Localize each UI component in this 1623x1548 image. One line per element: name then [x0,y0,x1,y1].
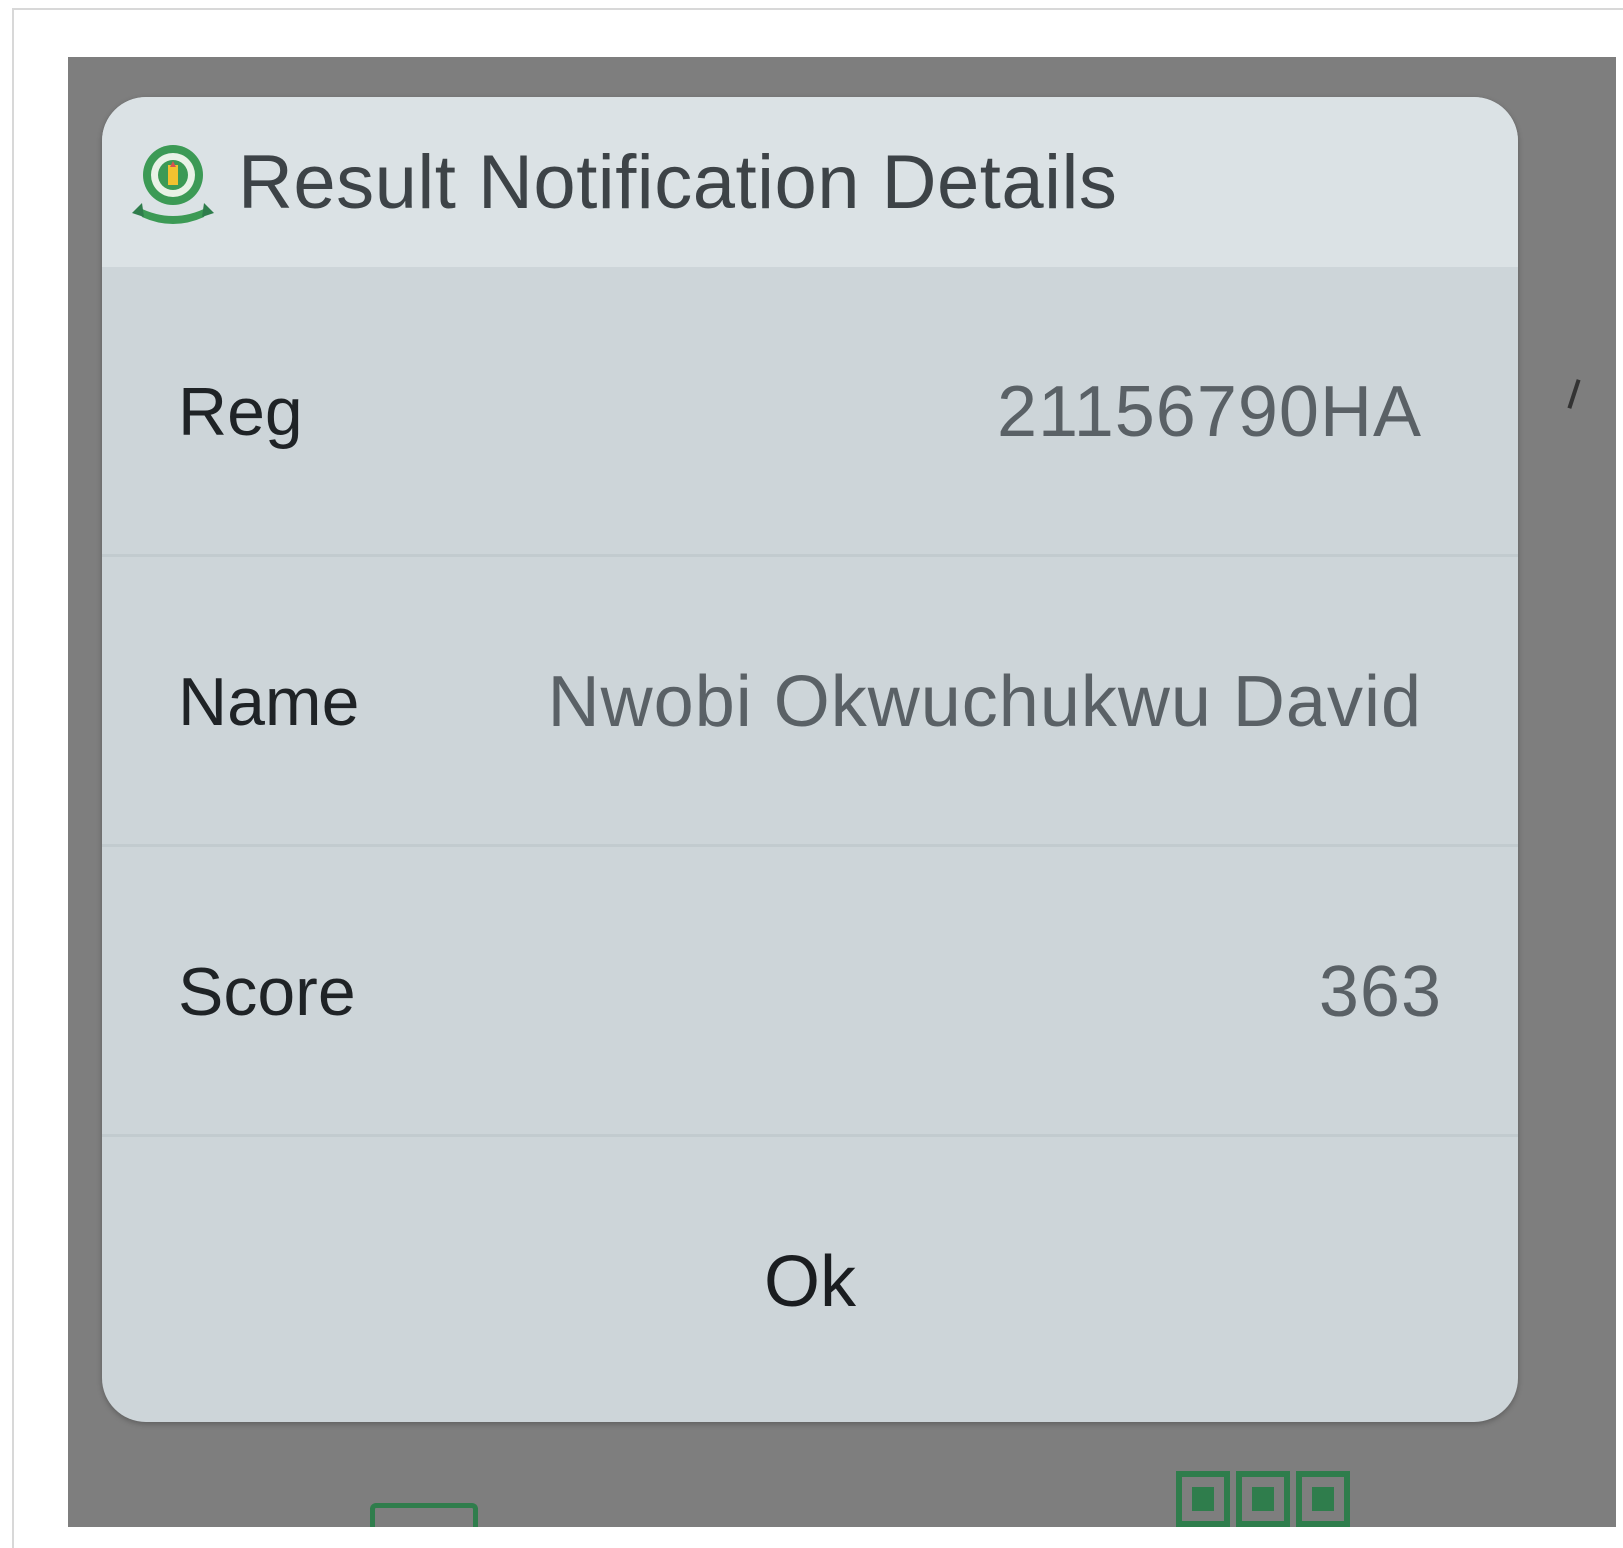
name-value: Nwobi Okwuchukwu David [547,662,1422,742]
dialog-title: Result Notification Details [238,139,1118,225]
reg-value: 21156790HA [996,372,1422,452]
screenshot-frame: Result Notification Details Reg 21156790… [12,8,1623,1548]
dialog-actions: Ok [102,1137,1518,1422]
name-label: Name [178,664,360,740]
reg-label: Reg [178,374,303,450]
background-tab-icon [370,1503,478,1527]
name-row: Name Nwobi Okwuchukwu David [102,557,1518,847]
result-notification-dialog: Result Notification Details Reg 21156790… [102,97,1518,1422]
background-qr-icon [1176,1471,1350,1527]
background-text-fragment [1567,379,1581,409]
score-value: 363 [1318,952,1442,1032]
ok-button[interactable]: Ok [704,1221,916,1343]
reg-row: Reg 21156790HA [102,267,1518,557]
jamb-logo-icon [128,137,218,227]
dialog-header: Result Notification Details [102,97,1518,267]
app-screen-dimmed: Result Notification Details Reg 21156790… [68,57,1616,1527]
score-row: Score 363 [102,847,1518,1137]
score-label: Score [178,954,356,1030]
